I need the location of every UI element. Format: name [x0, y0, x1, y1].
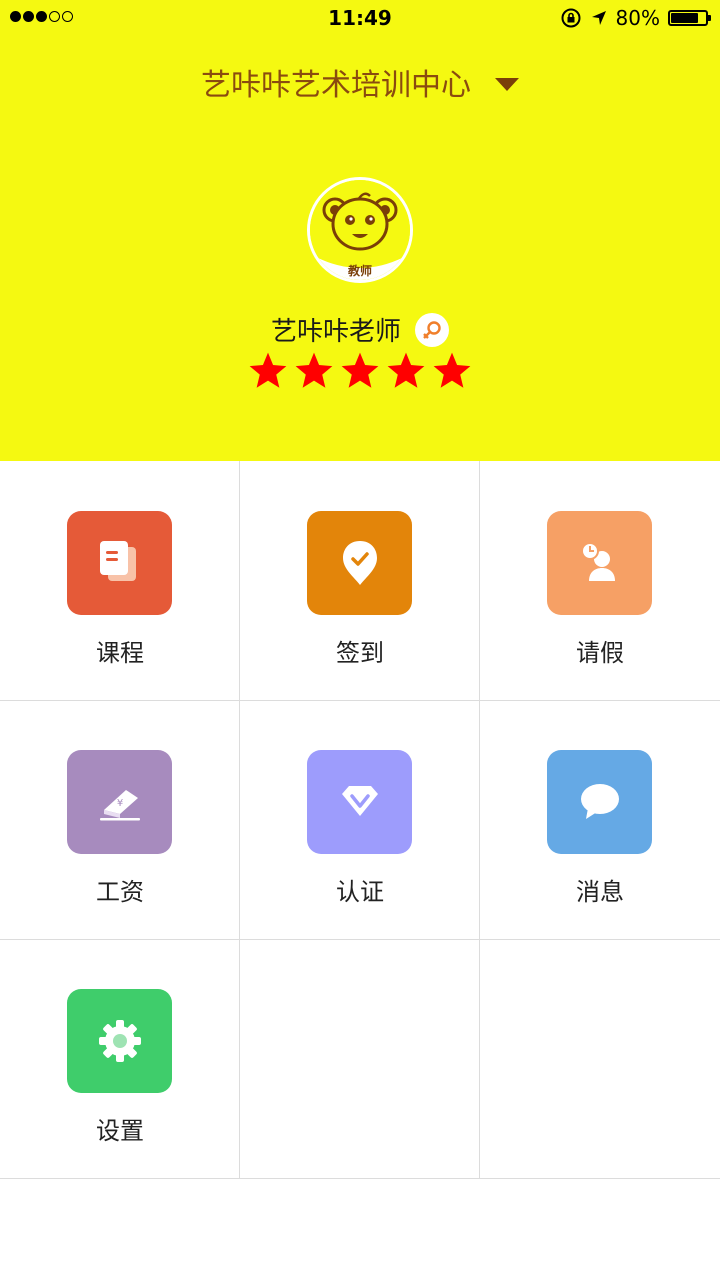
teacher-name: 艺咔咔老师: [270, 317, 401, 347]
star-icon: [249, 352, 287, 388]
menu-item-checkin[interactable]: 签到: [240, 461, 480, 700]
rating-stars: [0, 350, 720, 392]
star-icon: [433, 352, 471, 388]
diamond-icon: [341, 786, 378, 816]
menu-item-course[interactable]: 课程: [0, 461, 240, 700]
status-bar: 11:49 80%: [0, 0, 720, 36]
leave-person-clock-icon: [580, 542, 615, 581]
gear-icon: [98, 1020, 141, 1062]
chat-bubble-icon: [580, 784, 619, 819]
menu-item-settings[interactable]: 设置: [0, 939, 240, 1178]
star-icon: [295, 352, 333, 388]
menu-item-leave[interactable]: 请假: [480, 461, 720, 700]
avatar-badge: 教师: [347, 264, 372, 278]
menu-item-label: 消息: [576, 878, 624, 906]
document-icon: [99, 541, 136, 581]
menu-item-leave-tile: [547, 511, 652, 615]
checkin-pin-icon: [342, 541, 377, 585]
menu-item-label: 请假: [576, 639, 624, 667]
svg-text:¥: ¥: [116, 798, 122, 809]
salary-eraser-icon: ¥: [99, 790, 140, 821]
menu-item-messages[interactable]: 消息: [480, 700, 720, 939]
menu-item-settings-tile: [67, 989, 172, 1093]
menu-item-label: 设置: [96, 1117, 144, 1145]
menu-item-certification[interactable]: 认证: [240, 700, 480, 939]
menu-grid: 课程 签到 请假 ¥ 工资 认证 消息 设置: [0, 461, 720, 1179]
divider: [0, 1178, 720, 1179]
menu-item-certification-tile: [307, 750, 412, 854]
menu-item-label: 课程: [96, 639, 144, 667]
menu-item-label: 工资: [96, 878, 144, 906]
menu-item-salary-tile: ¥: [67, 750, 172, 854]
star-icon: [341, 352, 379, 388]
menu-item-checkin-tile: [307, 511, 412, 615]
chevron-down-icon: [495, 77, 519, 91]
menu-item-course-tile: [67, 511, 172, 615]
rotation-lock-icon: [561, 8, 581, 28]
menu-item-label: 认证: [336, 878, 384, 906]
org-selector[interactable]: 艺咔咔艺术培训中心: [0, 60, 720, 104]
menu-item-label: 签到: [336, 639, 384, 667]
menu-item-salary[interactable]: ¥ 工资: [0, 700, 240, 939]
avatar[interactable]: 教师: [307, 177, 413, 283]
menu-item-messages-tile: [547, 750, 652, 854]
location-arrow-icon: [591, 11, 606, 25]
org-name: 艺咔咔艺术培训中心: [201, 68, 471, 103]
star-icon: [387, 352, 425, 388]
battery-icon: [668, 10, 711, 26]
female-icon: [415, 312, 449, 347]
battery-percent: 80%: [615, 6, 660, 30]
profile-header: 11:49 80% 艺咔咔艺术培训中心 教师 艺咔咔老师: [0, 0, 720, 461]
